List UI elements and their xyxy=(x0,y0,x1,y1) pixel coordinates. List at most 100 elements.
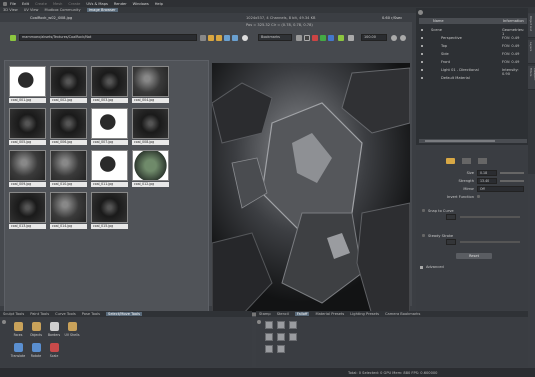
falloff-swatch[interactable] xyxy=(289,333,297,341)
zoom-icon[interactable] xyxy=(348,35,354,41)
preset-tab[interactable]: Material Presets xyxy=(315,312,344,316)
path-input[interactable]: mammoex/aksets/Textures/CoalRock/Nat xyxy=(19,34,197,41)
thumbnail[interactable]: coal_015.jpg xyxy=(91,192,128,231)
menu-item[interactable]: Help xyxy=(155,2,163,6)
channel-red-icon[interactable] xyxy=(312,35,318,41)
thumbnail-image[interactable] xyxy=(132,150,169,181)
fit-icon[interactable] xyxy=(338,35,344,41)
tool-icon-move[interactable] xyxy=(446,158,455,164)
refresh-icon[interactable] xyxy=(242,35,248,41)
thumbnail[interactable]: coal_008.jpg xyxy=(132,108,169,147)
channel-rgb-icon[interactable] xyxy=(296,35,302,41)
column-name[interactable]: Name xyxy=(433,19,444,23)
visibility-icon[interactable] xyxy=(421,37,423,39)
thumbnail[interactable]: coal_012.jpg xyxy=(132,150,169,189)
view-tab[interactable]: 3D View xyxy=(3,8,18,12)
visibility-icon[interactable] xyxy=(421,29,423,31)
snap-slider[interactable] xyxy=(460,216,520,218)
thumbnail[interactable]: coal_002.jpg xyxy=(50,66,87,105)
falloff-swatch[interactable] xyxy=(265,345,273,353)
strength-slider[interactable] xyxy=(500,180,524,182)
tool-tray-tab[interactable]: Select/Move Tools xyxy=(106,312,142,316)
rotate-left-icon[interactable] xyxy=(391,35,397,41)
back-icon[interactable] xyxy=(224,35,230,41)
reset-button[interactable]: Reset xyxy=(456,253,492,259)
steady-slider[interactable] xyxy=(460,241,520,243)
mirror-dropdown[interactable]: Off xyxy=(477,186,524,192)
tool-button[interactable]: Rotate xyxy=(27,343,45,363)
preset-tab[interactable]: Camera Bookmarks xyxy=(385,312,420,316)
tool-button[interactable]: Objects xyxy=(27,322,45,342)
object-list-scroll-thumb[interactable] xyxy=(425,140,495,142)
visibility-icon[interactable] xyxy=(421,45,423,47)
menu-item[interactable]: Edit xyxy=(22,2,29,6)
zoom-input[interactable]: 100.00 xyxy=(361,34,387,41)
menu-item[interactable]: Windows xyxy=(133,2,149,6)
tray-menu-icon[interactable] xyxy=(2,320,6,324)
channel-green-icon[interactable] xyxy=(320,35,326,41)
view-tab[interactable]: Mudbox Community xyxy=(45,8,81,12)
folder-icon[interactable] xyxy=(208,35,214,41)
go-icon[interactable] xyxy=(10,35,16,41)
tool-button[interactable]: Faces xyxy=(9,322,27,342)
menu-item[interactable]: Mesh xyxy=(53,2,62,6)
thumbnail-image[interactable] xyxy=(91,108,128,139)
tool-button[interactable]: Scale xyxy=(45,343,63,363)
thumbnail[interactable]: coal_009.jpg xyxy=(9,150,46,189)
object-list-scrollbar[interactable] xyxy=(419,139,527,143)
size-slider[interactable] xyxy=(500,172,524,174)
thumbnail-image[interactable] xyxy=(50,192,87,223)
forward-icon[interactable] xyxy=(232,35,238,41)
steady-input[interactable] xyxy=(446,239,456,245)
preset-tab[interactable]: Lighting Presets xyxy=(350,312,379,316)
tool-tray-tab[interactable]: Pose Tools xyxy=(82,312,100,316)
preset-tab[interactable]: Stencil xyxy=(277,312,289,316)
thumbnail-image[interactable] xyxy=(9,150,46,181)
object-list-row[interactable]: Perspective FOV: 0.49 xyxy=(419,34,527,42)
side-tab[interactable]: Viewport Filters xyxy=(528,66,535,90)
thumbnail-image[interactable] xyxy=(91,192,128,223)
visibility-icon[interactable] xyxy=(421,61,423,63)
column-information[interactable]: Information xyxy=(503,19,524,23)
menu-item[interactable]: Create xyxy=(35,2,47,6)
thumbnail-image[interactable] xyxy=(91,66,128,97)
menu-item[interactable]: UVs & Maps xyxy=(86,2,108,6)
side-tab[interactable]: Object List xyxy=(528,14,535,38)
falloff-swatch[interactable] xyxy=(277,345,285,353)
thumbnail[interactable]: coal_014.jpg xyxy=(50,192,87,231)
object-list-row[interactable]: Scene Geometries: 1 xyxy=(419,26,527,36)
tool-button[interactable]: Translate xyxy=(9,343,27,363)
thumbnail[interactable]: coal_003.jpg xyxy=(91,66,128,105)
thumbnail-image[interactable] xyxy=(9,192,46,223)
falloff-swatch[interactable] xyxy=(265,333,273,341)
object-list-row[interactable]: Side FOV: 0.49 xyxy=(419,50,527,58)
tool-icon-brush[interactable] xyxy=(462,158,471,164)
preset-tab[interactable]: Falloff xyxy=(294,312,310,316)
rotate-right-icon[interactable] xyxy=(400,35,406,41)
thumbnail[interactable]: coal_006.jpg xyxy=(50,108,87,147)
falloff-swatch[interactable] xyxy=(277,333,285,341)
tool-icon-falloff[interactable] xyxy=(478,158,487,164)
view-tab[interactable]: Image Browser xyxy=(86,8,118,12)
visibility-icon[interactable] xyxy=(421,53,423,55)
thumbnail[interactable]: coal_013.jpg xyxy=(9,192,46,231)
steady-stroke-checkbox[interactable] xyxy=(422,234,425,237)
thumbnail-image[interactable] xyxy=(9,66,46,97)
size-input[interactable]: 0.18 xyxy=(477,170,497,176)
object-list-row[interactable]: Front FOV: 0.49 xyxy=(419,58,527,66)
channel-alpha-icon[interactable] xyxy=(304,35,310,41)
object-list-row[interactable]: Light 01 - Directional Intensity: 0.90 xyxy=(419,66,527,76)
snap-input[interactable] xyxy=(446,214,456,220)
menu-item[interactable]: Render xyxy=(114,2,127,6)
view-tab[interactable]: UV View xyxy=(24,8,39,12)
advanced-section-label[interactable]: Advanced xyxy=(426,265,444,269)
tool-tray-tab[interactable]: Curve Tools xyxy=(55,312,76,316)
thumbnail[interactable]: coal_010.jpg xyxy=(50,150,87,189)
thumbnail-image[interactable] xyxy=(9,108,46,139)
tool-tray-tab[interactable]: Sculpt Tools xyxy=(3,312,24,316)
folder-up-icon[interactable] xyxy=(216,35,222,41)
thumbnail[interactable]: coal_011.jpg xyxy=(91,150,128,189)
falloff-swatch[interactable] xyxy=(265,321,273,329)
falloff-swatch[interactable] xyxy=(277,321,285,329)
thumbnail-image[interactable] xyxy=(132,108,169,139)
